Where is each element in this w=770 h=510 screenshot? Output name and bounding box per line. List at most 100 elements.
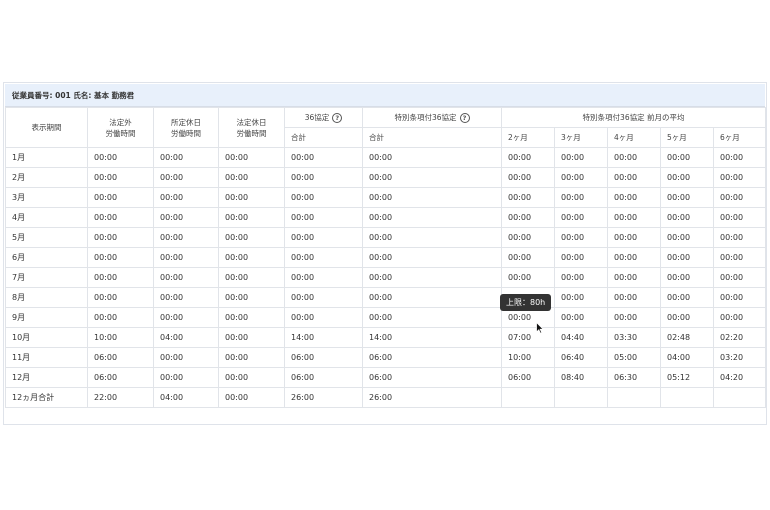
table-cell: 00:00	[712, 307, 767, 328]
table-cell: 06:00	[284, 367, 363, 388]
table-cell	[554, 387, 608, 408]
help-icon[interactable]: ?	[459, 113, 470, 123]
table-cell: 00:00	[607, 167, 661, 188]
row-period-label: 3月	[5, 187, 88, 208]
header-scheduled-holiday-line1: 所定休日	[171, 117, 201, 127]
table-cell	[607, 387, 661, 408]
table-cell: 00:00	[218, 247, 285, 268]
table-cell: 14:00	[362, 327, 502, 348]
table-row: 11月 06:00 00:00 00:00 06:00 06:00 10:00 06:40 05…	[5, 347, 767, 368]
table-cell: 06:00	[284, 347, 363, 368]
table-cell: 02:20	[712, 327, 767, 348]
limit-tooltip: 上限：80h	[500, 294, 552, 311]
table-cell: 00:00	[501, 187, 555, 208]
table-cell: 00:00	[554, 307, 608, 328]
table-cell: 00:00	[660, 207, 714, 228]
header-avg-3months: 3ヶ月	[554, 127, 608, 148]
table-cell: 06:00	[87, 367, 154, 388]
table-cell: 00:00	[554, 147, 608, 168]
table-cell: 00:00	[660, 247, 714, 268]
table-cell: 05:00	[607, 347, 661, 368]
header-agreement36-total: 合計	[284, 127, 363, 148]
table-row: 9月 00:00 00:00 00:00 00:00 00:00 00:00 00:00 00:…	[5, 307, 767, 328]
table-cell: 00:00	[362, 147, 502, 168]
table-cell: 00:00	[153, 347, 219, 368]
table-cell: 00:00	[153, 307, 219, 328]
table-cell: 08:40	[554, 367, 608, 388]
table-cell: 00:00	[712, 227, 767, 248]
table-cell: 00:00	[87, 187, 154, 208]
table-cell: 00:00	[153, 167, 219, 188]
table-cell: 00:00	[607, 227, 661, 248]
header-avg-6months: 6ヶ月	[712, 127, 767, 148]
table-row: 12ヵ月合計 22:00 04:00 00:00 26:00 26:00	[5, 387, 767, 408]
table-cell: 00:00	[607, 187, 661, 208]
table-row: 3月 00:00 00:00 00:00 00:00 00:00 00:00 00:00 00:…	[5, 187, 767, 208]
table-cell: 00:00	[362, 167, 502, 188]
help-icon[interactable]: ?	[332, 113, 343, 123]
table-cell: 00:00	[218, 367, 285, 388]
table-cell: 07:00	[501, 327, 555, 348]
table-cell: 00:00	[87, 267, 154, 288]
table-row: 2月 00:00 00:00 00:00 00:00 00:00 00:00 00:00 00:…	[5, 167, 767, 188]
table-cell: 04:20	[712, 367, 767, 388]
table-cell: 00:00	[660, 307, 714, 328]
table-cell: 00:00	[554, 287, 608, 308]
table-cell: 00:00	[554, 267, 608, 288]
table-cell: 00:00	[607, 147, 661, 168]
header-avg-4months: 4ヶ月	[607, 127, 661, 148]
table-cell: 00:00	[87, 307, 154, 328]
table-cell: 14:00	[284, 327, 363, 348]
overtime-table: 表示期間 法定外 労働時間 所定休日 労働時間 法定休日 労働時間 36協定?	[5, 107, 767, 408]
table-cell: 06:40	[554, 347, 608, 368]
table-cell	[660, 387, 714, 408]
row-period-label: 12ヵ月合計	[5, 387, 88, 408]
table-cell: 00:00	[153, 227, 219, 248]
table-cell: 06:30	[607, 367, 661, 388]
table-cell: 03:30	[607, 327, 661, 348]
table-cell	[712, 387, 767, 408]
table-cell: 00:00	[607, 207, 661, 228]
table-cell: 00:00	[660, 227, 714, 248]
table-cell: 00:00	[660, 287, 714, 308]
table-cell: 06:00	[362, 347, 502, 368]
row-period-label: 7月	[5, 267, 88, 288]
table-cell: 00:00	[554, 207, 608, 228]
table-cell: 00:00	[87, 147, 154, 168]
table-cell: 00:00	[153, 247, 219, 268]
table-cell: 04:00	[153, 327, 219, 348]
table-cell: 00:00	[501, 267, 555, 288]
table-cell: 00:00	[284, 147, 363, 168]
table-cell: 00:00	[501, 227, 555, 248]
header-legal-overtime: 法定外 労働時間	[87, 107, 154, 148]
table-cell: 04:00	[153, 387, 219, 408]
table-cell: 00:00	[153, 287, 219, 308]
table-cell: 26:00	[362, 387, 502, 408]
header-legal-overtime-line1: 法定外	[109, 117, 132, 127]
table-cell: 00:00	[362, 307, 502, 328]
table-cell: 00:00	[87, 207, 154, 228]
table-cell: 06:00	[362, 367, 502, 388]
table-cell: 00:00	[362, 287, 502, 308]
header-legal-holiday-line2: 労働時間	[236, 128, 267, 138]
table-cell: 00:00	[284, 287, 363, 308]
employee-title: 従業員番号: 001 氏名: 基本 勤務君	[5, 84, 765, 107]
table-cell: 00:00	[362, 267, 502, 288]
header-scheduled-holiday-line2: 労働時間	[171, 128, 201, 138]
table-cell: 22:00	[87, 387, 154, 408]
table-cell: 00:00	[87, 227, 154, 248]
header-legal-holiday: 法定休日 労働時間	[218, 107, 285, 148]
table-cell: 00:00	[87, 167, 154, 188]
table-cell: 00:00	[87, 247, 154, 268]
header-legal-holiday-line1: 法定休日	[236, 117, 267, 127]
table-cell: 04:40	[554, 327, 608, 348]
table-cell: 00:00	[153, 267, 219, 288]
table-cell: 00:00	[284, 207, 363, 228]
header-legal-overtime-line2: 労働時間	[105, 128, 136, 138]
table-cell: 00:00	[362, 187, 502, 208]
table-cell: 00:00	[218, 287, 285, 308]
table-cell: 00:00	[362, 227, 502, 248]
table-cell: 00:00	[501, 147, 555, 168]
table-cell: 00:00	[660, 267, 714, 288]
table-cell: 00:00	[501, 207, 555, 228]
